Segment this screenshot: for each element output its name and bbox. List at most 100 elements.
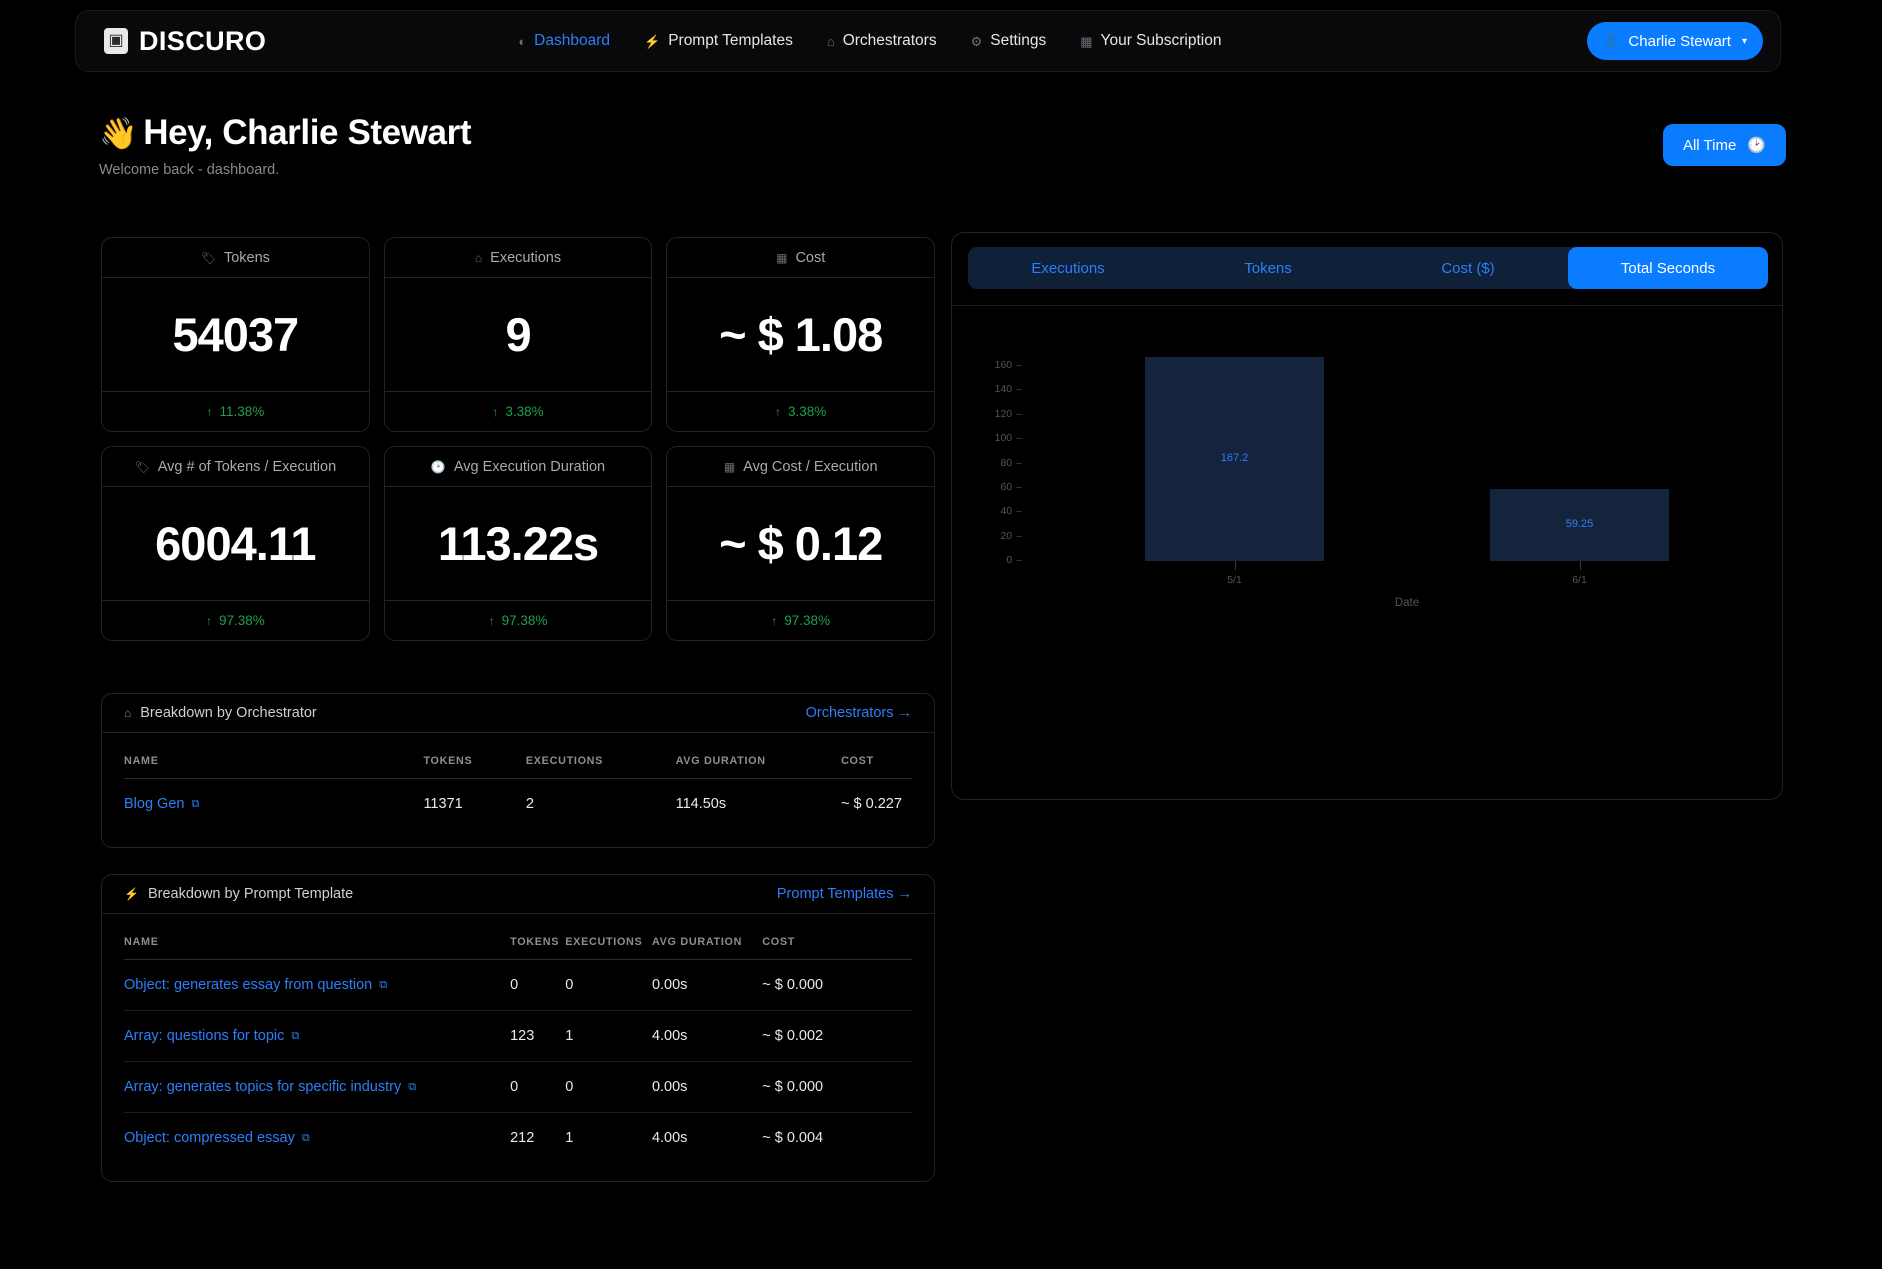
nav-item-prompt-templates-label: Prompt Templates [668,32,793,49]
cell-tokens: 123 [510,1028,535,1044]
template-link-2[interactable]: Array: generates topics for specific ind… [124,1079,416,1095]
card-icon: ▦ [1080,33,1093,49]
orchestrator-table-head: NAME TOKENS EXECUTIONS AVG DURATION COST [124,733,912,779]
stat-card-cost-body: ~ $ 1.08 [667,278,934,391]
orchestrator-panel-title-text: Breakdown by Orchestrator [140,705,317,721]
cell-cost: ~ $ 0.000 [762,977,824,993]
cell-cost: ~ $ 0.002 [762,1028,824,1044]
stat-card-avg-cost-header: ▦ Avg Cost / Execution [667,447,935,487]
stat-card-tokens-footer: ↑ 11.38% [102,391,369,431]
nav-item-dashboard-label: Dashboard [534,32,610,49]
tab-total-seconds[interactable]: Total Seconds [1568,247,1768,289]
stat-card-avg-cost-footer: ↑ 97.38% [667,600,935,640]
stat-card-avg-cost-delta: 97.38% [784,613,831,628]
table-row: Object: compressed essay ⧉ 212 1 4.00s ~… [124,1112,912,1164]
cell-name: Object: generates essay from question ⧉ [124,960,510,1011]
template-link-1[interactable]: Array: questions for topic ⧉ [124,1028,299,1044]
orchestrator-link-blog-gen[interactable]: Blog Gen ⧉ [124,796,199,812]
orchestrator-table-body: Blog Gen ⧉ 11371 2 114.50s ~ $ 0.227 [124,779,912,830]
template-panel-header: ⚡ Breakdown by Prompt Template Prompt Te… [102,875,934,914]
nav-item-orchestrators[interactable]: ⌂ Orchestrators [827,32,937,50]
template-link-0[interactable]: Object: generates essay from question ⧉ [124,977,387,993]
tab-executions[interactable]: Executions [968,247,1168,289]
stat-row-2: 🏷 Avg # of Tokens / Execution 6004.11 ↑ … [101,446,936,641]
stat-card-avg-duration-body: 113.22s [385,487,652,600]
tab-cost[interactable]: Cost ($) [1368,247,1568,289]
page-title-text: Hey, Charlie Stewart [143,113,472,152]
stat-card-avg-tokens-label: Avg # of Tokens / Execution [157,458,337,475]
stat-card-cost-value: ~ $ 1.08 [719,308,883,361]
arrow-up-icon: ↑ [206,404,213,419]
nav-item-settings[interactable]: ⚙ Settings [971,32,1047,50]
cell-avg-duration: 4.00s [651,1028,688,1044]
cell-cost: ~ $ 0.000 [762,1079,824,1095]
chart-tab-bar: Executions Tokens Cost ($) Total Seconds [968,247,1768,289]
stat-card-cost-delta: 3.38% [788,404,827,419]
nav-item-your-subscription-label: Your Subscription [1100,32,1222,49]
template-table-wrap: NAME TOKENS EXECUTIONS AVG DURATION COST… [102,914,934,1181]
cell-executions: 2 [525,796,534,812]
template-panel-title-text: Breakdown by Prompt Template [147,886,354,902]
y-axis-tick: 80– [1000,456,1022,469]
nav-item-prompt-templates[interactable]: ⚡ Prompt Templates [644,32,793,50]
x-axis-tick-mark [1579,561,1581,570]
template-name: Array: generates topics for specific ind… [124,1079,402,1095]
template-name: Object: compressed essay [124,1130,295,1146]
brand-name: DISCURO [139,25,267,56]
template-link-3[interactable]: Object: compressed essay ⧉ [124,1130,310,1146]
time-range-label: All Time [1682,136,1737,154]
col-avg-duration: AVG DURATION [675,755,766,767]
stat-card-avg-duration-value: 113.22s [437,517,599,570]
stat-card-cost-footer: ↑ 3.38% [667,391,935,431]
arrow-up-icon: ↑ [775,404,782,419]
lightning-icon: ⚡ [124,887,139,901]
puzzle-icon: ▣ [104,28,128,54]
x-axis-tick-label: 6/1 [1572,574,1587,586]
clock-icon: 🕑 [1747,137,1766,154]
time-range-button[interactable]: All Time 🕑 [1662,124,1786,166]
stat-card-avg-duration-footer: ↑ 97.38% [384,600,652,640]
col-tokens: TOKENS [510,936,560,948]
gear-icon: ⚙ [970,33,983,49]
cell-avg-duration: 0.00s [651,977,688,993]
nav-item-settings-label: Settings [990,32,1047,49]
tag-icon: 🏷 [134,459,150,474]
cell-avg-duration: 0.00s [651,1079,688,1095]
cell-cost: ~ $ 0.004 [762,1130,824,1146]
stat-card-cost: ▦ Cost ~ $ 1.08 ↑ 3.38% [666,237,936,432]
top-navbar: ▣ DISCURO ◐ Dashboard ⚡ Prompt Templates… [75,10,1781,72]
card-icon: ▦ [776,250,788,265]
user-menu-button[interactable]: 👤 Charlie Stewart ▾ [1587,22,1763,60]
orchestrator-panel-title: ⌂ Breakdown by Orchestrator [124,705,317,721]
y-axis-tick: 160– [994,359,1022,371]
table-row: Array: questions for topic ⧉ 123 1 4.00s… [124,1010,912,1062]
cell-name: Object: compressed essay ⧉ [124,1113,510,1164]
lightning-icon: ⚡ [644,33,661,49]
chart-area: 0– 20– 40– 60– 80– 100– 120– 140– 160– 167.2 5/1 59… [952,305,1782,799]
nav-item-your-subscription[interactable]: ▦ Your Subscription [1080,32,1221,50]
prompt-templates-link[interactable]: Prompt Templates → [777,886,912,902]
clock-icon: 🕑 [430,459,446,474]
nav-links: ◐ Dashboard ⚡ Prompt Templates ⌂ Orchest… [518,32,1221,50]
stat-card-tokens-label: Tokens [223,249,270,266]
branch-icon: ⌂ [124,706,132,720]
col-executions: EXECUTIONS [565,936,643,948]
wave-emoji-icon: 👋 [99,115,138,151]
stat-card-avg-tokens-body: 6004.11 [102,487,369,600]
bar-value-label: 167.2 [1220,452,1249,465]
orchestrator-table: NAME TOKENS EXECUTIONS AVG DURATION COST… [124,733,912,829]
tab-tokens[interactable]: Tokens [1168,247,1368,289]
template-name: Object: generates essay from question [124,977,373,993]
template-table-body: Object: generates essay from question ⧉ … [124,960,912,1164]
col-name: NAME [124,755,159,767]
brand-logo[interactable]: ▣ DISCURO [104,26,266,57]
stat-card-tokens-value: 54037 [172,308,299,361]
stat-card-avg-cost-label: Avg Cost / Execution [743,458,878,475]
stat-card-executions: ⌂ Executions 9 ↑ 3.38% [383,237,653,432]
prompt-template-breakdown-panel: ⚡ Breakdown by Prompt Template Prompt Te… [101,874,935,1182]
y-axis-tick: 0– [1006,554,1022,566]
y-axis-tick: 20– [1000,529,1022,542]
orchestrators-link[interactable]: Orchestrators → [806,705,912,721]
stat-card-avg-cost-body: ~ $ 0.12 [667,487,934,600]
nav-item-dashboard[interactable]: ◐ Dashboard [518,32,610,50]
